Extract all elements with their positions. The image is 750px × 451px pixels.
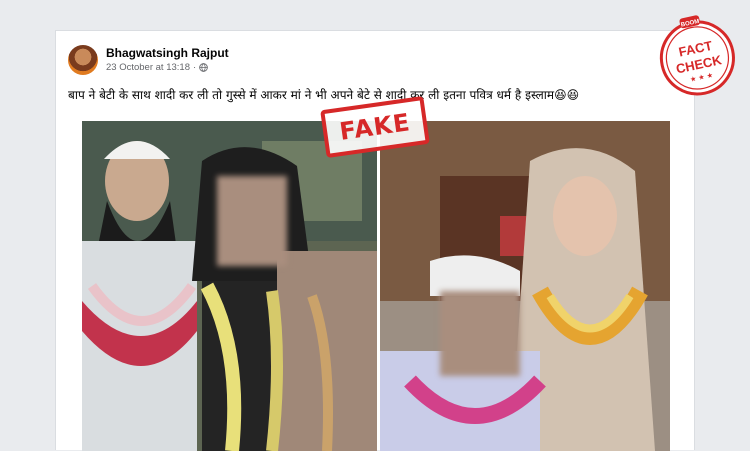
wedding-photo-right <box>380 121 670 451</box>
blurred-face-right <box>440 291 520 376</box>
post-timestamp[interactable]: 23 October at 13:18 <box>106 62 190 73</box>
fact-check-badge: BOOM FACT CHECK ★ ★ ★ <box>659 15 735 96</box>
globe-icon <box>199 63 208 72</box>
author-name[interactable]: Bhagwatsingh Rajput <box>106 46 229 60</box>
facebook-post-card: Bhagwatsingh Rajput 23 October at 13:18 … <box>55 30 695 451</box>
post-photo-right[interactable] <box>380 121 670 451</box>
post-photo-left[interactable] <box>82 121 377 451</box>
author-avatar[interactable] <box>68 45 98 75</box>
wedding-photo-left <box>82 121 377 451</box>
post-text: बाप ने बेटी के साथ शादी कर ली तो गुस्से … <box>68 88 580 102</box>
blurred-face-left <box>217 176 287 266</box>
post-meta: 23 October at 13:18 · <box>106 62 208 73</box>
meta-separator: · <box>192 62 197 73</box>
fake-stamp-label: FAKE <box>337 108 413 146</box>
